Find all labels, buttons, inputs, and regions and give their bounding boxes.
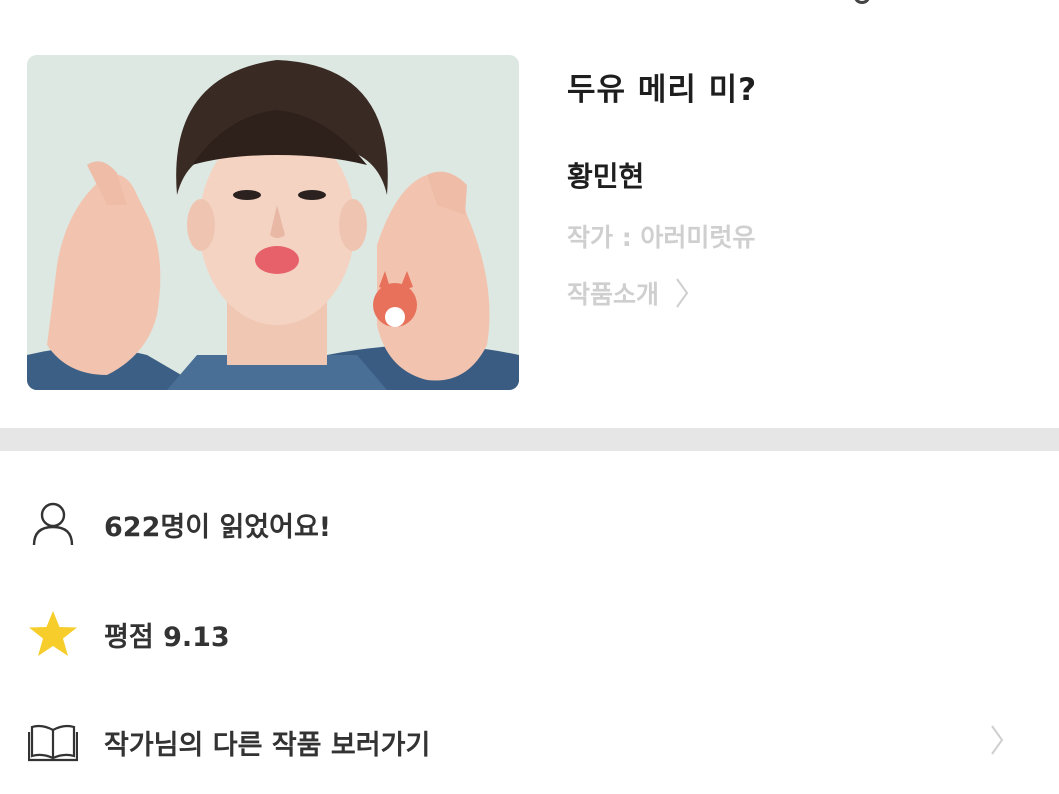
- section-divider: [0, 428, 1059, 451]
- work-intro-link[interactable]: 작품소개: [567, 275, 689, 311]
- work-detail-page: 두유 메리 미? 황민현 작가 : 아러미럿유 작품소개 622명이 읽었어요!…: [0, 0, 1059, 794]
- work-intro-label: 작품소개: [567, 280, 660, 309]
- author-line: 작가 : 아러미럿유: [567, 223, 756, 252]
- person-icon: [27, 498, 79, 550]
- other-works-row[interactable]: 작가님의 다른 작품 보러가기: [0, 702, 1059, 782]
- book-icon: [27, 716, 79, 768]
- work-title: 두유 메리 미?: [567, 72, 758, 108]
- chevron-right-icon: [990, 724, 1004, 760]
- star-icon: [27, 608, 79, 660]
- work-subtitle: 황민현: [567, 160, 645, 193]
- readers-row: 622명이 읽었어요!: [0, 484, 1059, 564]
- readers-count-text: 622명이 읽었어요!: [104, 511, 332, 543]
- rating-row: 평점 9.13: [0, 594, 1059, 674]
- other-works-label: 작가님의 다른 작품 보러가기: [104, 729, 431, 761]
- cover-image: [27, 55, 519, 390]
- cut-off-glyph: [854, 0, 870, 4]
- chevron-right-icon: [675, 277, 689, 309]
- rating-text: 평점 9.13: [104, 621, 230, 653]
